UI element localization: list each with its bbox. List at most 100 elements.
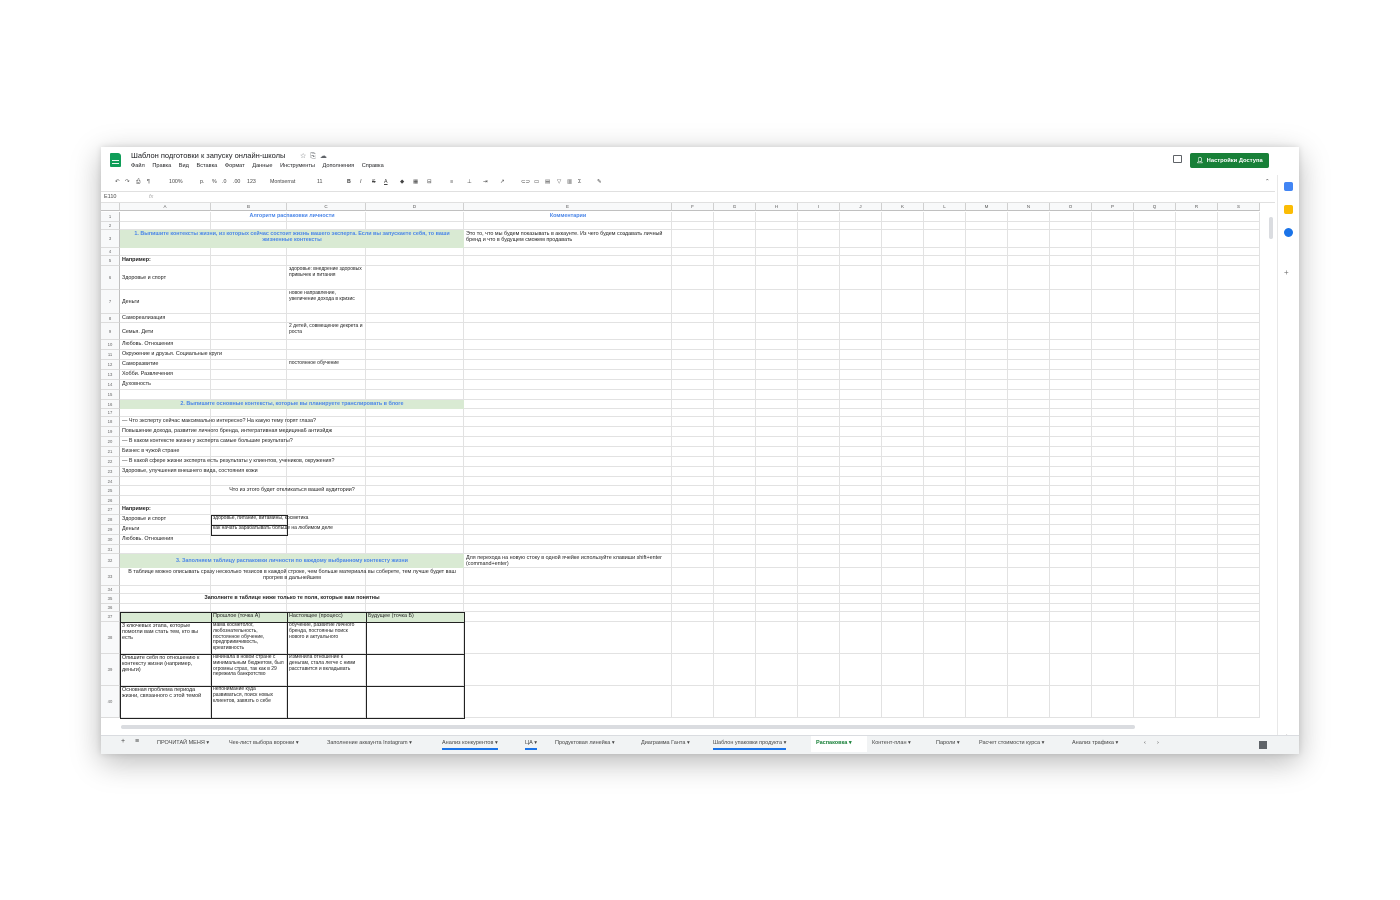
row-header[interactable]: 25 (101, 486, 120, 496)
cell[interactable] (966, 380, 1008, 390)
cell[interactable] (1176, 545, 1218, 554)
cell[interactable] (1050, 554, 1092, 568)
cell[interactable] (840, 222, 882, 230)
cell[interactable] (882, 586, 924, 594)
cell[interactable] (840, 417, 882, 427)
cell[interactable] (924, 525, 966, 535)
cell[interactable] (1050, 290, 1092, 314)
cell[interactable] (840, 467, 882, 477)
cell[interactable] (1218, 457, 1260, 467)
cell[interactable] (1176, 654, 1218, 686)
cell[interactable] (756, 409, 798, 417)
row-header[interactable]: 23 (101, 467, 120, 477)
cell[interactable] (1050, 594, 1092, 604)
tab-traffic[interactable]: Анализ трафика ▾ (1072, 740, 1118, 746)
cell[interactable] (672, 314, 714, 323)
cell[interactable] (966, 360, 1008, 370)
cell[interactable] (1092, 586, 1134, 594)
cell[interactable] (882, 400, 924, 409)
cell[interactable] (672, 568, 714, 586)
cell[interactable] (714, 427, 756, 437)
cell[interactable] (672, 545, 714, 554)
cell[interactable] (1218, 505, 1260, 515)
cell[interactable] (464, 515, 672, 525)
cell[interactable] (966, 266, 1008, 290)
cell[interactable] (1092, 266, 1134, 290)
cell[interactable] (1008, 266, 1050, 290)
cell[interactable] (1218, 256, 1260, 266)
menu-view[interactable]: Вид (179, 163, 189, 169)
cell[interactable] (211, 360, 287, 370)
cell[interactable] (1176, 350, 1218, 360)
cell[interactable] (366, 323, 464, 340)
cell[interactable] (464, 586, 672, 594)
cell[interactable] (1134, 568, 1176, 586)
cell[interactable] (1218, 515, 1260, 525)
cell[interactable] (287, 340, 366, 350)
cell[interactable] (1176, 505, 1218, 515)
cell[interactable] (1218, 594, 1260, 604)
cell[interactable] (1008, 457, 1050, 467)
cell[interactable] (366, 496, 464, 505)
cell[interactable] (1134, 586, 1176, 594)
cell[interactable] (882, 427, 924, 437)
cell[interactable] (840, 477, 882, 486)
cell[interactable] (1050, 486, 1092, 496)
row-header[interactable]: 37 (101, 612, 120, 622)
cell[interactable] (672, 248, 714, 256)
cell[interactable] (366, 535, 464, 545)
cell[interactable] (840, 505, 882, 515)
row-header[interactable]: 9 (101, 323, 120, 340)
cell[interactable] (798, 350, 840, 360)
cell[interactable] (798, 400, 840, 409)
cell[interactable] (287, 380, 366, 390)
cell[interactable] (714, 622, 756, 654)
column-header[interactable]: I (798, 203, 840, 211)
cell[interactable] (1218, 496, 1260, 505)
cell[interactable] (714, 417, 756, 427)
redo-icon[interactable]: ↷ (125, 179, 129, 185)
cell[interactable] (840, 314, 882, 323)
cell[interactable] (798, 390, 840, 400)
horizontal-scrollbar[interactable] (121, 725, 1135, 729)
cell[interactable] (366, 604, 464, 612)
cell[interactable] (1218, 535, 1260, 545)
cell[interactable] (714, 515, 756, 525)
cell[interactable] (1176, 686, 1218, 718)
cell[interactable] (798, 535, 840, 545)
cell[interactable] (1050, 586, 1092, 594)
cell[interactable] (714, 486, 756, 496)
cell[interactable] (1218, 266, 1260, 290)
cell[interactable] (840, 427, 882, 437)
cell[interactable] (1008, 545, 1050, 554)
cell[interactable] (1134, 340, 1176, 350)
cell[interactable] (120, 248, 211, 256)
cell[interactable] (840, 654, 882, 686)
add-sheet-icon[interactable]: + (121, 738, 125, 745)
cell[interactable] (966, 248, 1008, 256)
cell[interactable] (1050, 340, 1092, 350)
cell[interactable] (966, 417, 1008, 427)
cell[interactable] (924, 417, 966, 427)
cell[interactable] (714, 437, 756, 447)
cell[interactable] (1176, 457, 1218, 467)
cell[interactable] (966, 437, 1008, 447)
cell[interactable] (672, 360, 714, 370)
cell[interactable] (1176, 467, 1218, 477)
cell[interactable] (366, 380, 464, 390)
cell[interactable] (1008, 427, 1050, 437)
tab-audience[interactable]: ЦА ▾ (525, 740, 538, 750)
cell[interactable] (1008, 515, 1050, 525)
cell[interactable] (211, 323, 287, 340)
cell[interactable] (882, 314, 924, 323)
cell[interactable] (1218, 360, 1260, 370)
cell[interactable] (924, 370, 966, 380)
cell[interactable] (924, 622, 966, 654)
cell[interactable] (1092, 505, 1134, 515)
cell[interactable] (882, 323, 924, 340)
cell[interactable] (1092, 604, 1134, 612)
cell[interactable] (756, 266, 798, 290)
cell[interactable] (1008, 686, 1050, 718)
cell[interactable] (756, 535, 798, 545)
cell[interactable] (464, 496, 672, 505)
